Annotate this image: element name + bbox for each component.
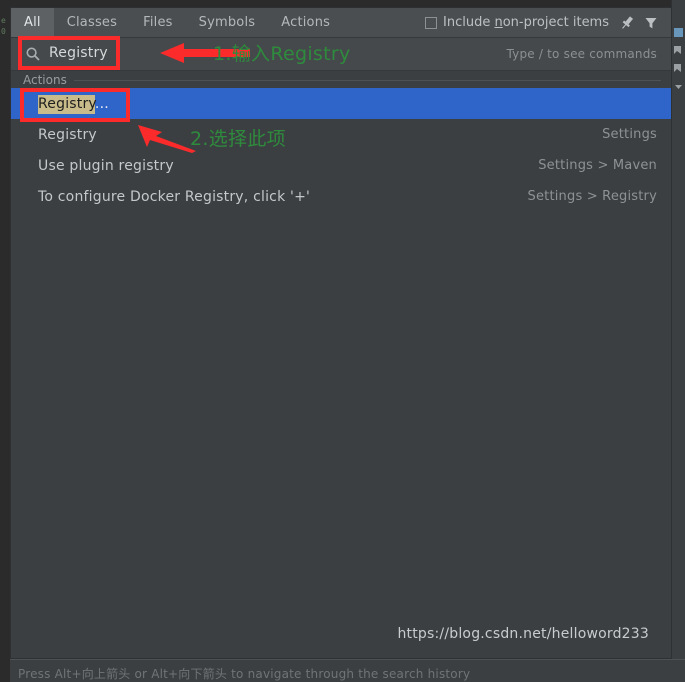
search-input[interactable]: Registry bbox=[49, 45, 108, 61]
tab-files[interactable]: Files bbox=[130, 8, 186, 37]
include-non-project-items-label: Include non-project items bbox=[443, 15, 609, 30]
status-bar: Press Alt+向上箭头 or Alt+向下箭头 to navigate t… bbox=[10, 659, 685, 682]
group-header-rule bbox=[23, 80, 661, 81]
group-header-label: Actions bbox=[23, 72, 74, 87]
tab-symbols-label: Symbols bbox=[198, 15, 256, 30]
search-everywhere-popup: All Classes Files Symbols Actions Includ… bbox=[10, 7, 672, 659]
group-header-actions: Actions bbox=[11, 71, 671, 88]
result-row-registry-settings[interactable]: Registry Settings bbox=[11, 119, 671, 150]
checkbox-box[interactable] bbox=[425, 16, 437, 29]
search-icon bbox=[25, 46, 41, 62]
result-row-location: Settings bbox=[602, 127, 657, 142]
tool-window-icon-2[interactable] bbox=[674, 40, 683, 54]
tab-files-label: Files bbox=[143, 15, 173, 30]
result-row-label: Use plugin registry bbox=[38, 157, 174, 174]
status-bar-text: Press Alt+向上箭头 or Alt+向下箭头 to navigate t… bbox=[18, 667, 471, 681]
tab-symbols[interactable]: Symbols bbox=[186, 8, 269, 37]
result-row-label: Registry bbox=[38, 126, 97, 143]
tab-actions[interactable]: Actions bbox=[268, 8, 343, 37]
tab-all-label: All bbox=[24, 15, 41, 30]
include-non-project-items-checkbox[interactable]: Include non-project items bbox=[425, 8, 609, 37]
result-row-location: Settings > Maven bbox=[538, 158, 657, 173]
text-caret bbox=[118, 46, 119, 63]
search-input-row[interactable]: Registry Type / to see commands bbox=[11, 38, 671, 71]
watermark-url: https://blog.csdn.net/helloword233 bbox=[397, 626, 649, 642]
result-rest-text: ... bbox=[94, 95, 109, 112]
result-row-label: To configure Docker Registry, click '+' bbox=[38, 188, 311, 205]
background-tool-strip bbox=[671, 0, 685, 682]
results-list: Actions Registry... Registry Settings Us… bbox=[11, 71, 671, 658]
result-row-docker-registry[interactable]: To configure Docker Registry, click '+' … bbox=[11, 181, 671, 212]
result-match-text: Registry bbox=[38, 94, 95, 114]
screen-root: e 0 All Classes Files Symbols Actions In… bbox=[0, 0, 685, 682]
search-commands-hint: Type / to see commands bbox=[506, 47, 657, 61]
result-row-label: Registry... bbox=[38, 94, 109, 114]
tab-all[interactable]: All bbox=[11, 8, 54, 37]
tool-window-icon-3[interactable] bbox=[674, 58, 683, 72]
tool-window-icon-1[interactable] bbox=[674, 22, 683, 37]
tab-classes-label: Classes bbox=[66, 15, 118, 30]
tab-actions-label: Actions bbox=[281, 15, 331, 30]
tab-classes[interactable]: Classes bbox=[54, 8, 130, 37]
chevron-down-icon[interactable] bbox=[674, 76, 683, 89]
filter-icon[interactable] bbox=[643, 15, 659, 31]
gutter-line-1: e bbox=[1, 16, 6, 25]
background-editor-gutter: e 0 bbox=[0, 0, 10, 682]
popup-tab-bar: All Classes Files Symbols Actions Includ… bbox=[11, 8, 671, 38]
gutter-line-2: 0 bbox=[1, 27, 6, 36]
pin-icon[interactable] bbox=[619, 15, 635, 31]
result-row-location: Settings > Registry bbox=[527, 189, 657, 204]
result-row-use-plugin-registry[interactable]: Use plugin registry Settings > Maven bbox=[11, 150, 671, 181]
result-row-registry-dialog[interactable]: Registry... bbox=[11, 88, 671, 119]
background-editor-top bbox=[10, 0, 672, 7]
tab-list: All Classes Files Symbols Actions bbox=[11, 8, 343, 37]
